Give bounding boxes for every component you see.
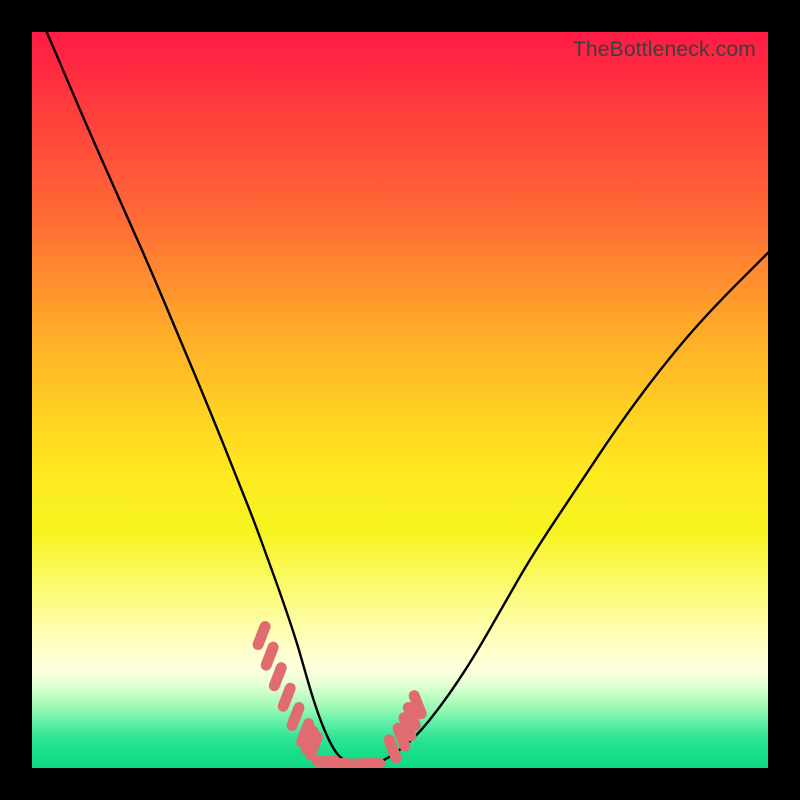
threshold-marker (389, 740, 396, 758)
threshold-markers (258, 627, 421, 765)
threshold-marker (258, 627, 265, 645)
threshold-marker (266, 647, 273, 665)
bottleneck-curve (47, 32, 768, 764)
chart-svg (32, 32, 768, 768)
threshold-marker (274, 668, 281, 686)
threshold-marker (283, 688, 290, 706)
plot-area: TheBottleneck.com (32, 32, 768, 768)
threshold-marker (292, 708, 299, 726)
threshold-marker (414, 696, 421, 714)
threshold-marker (310, 737, 317, 755)
